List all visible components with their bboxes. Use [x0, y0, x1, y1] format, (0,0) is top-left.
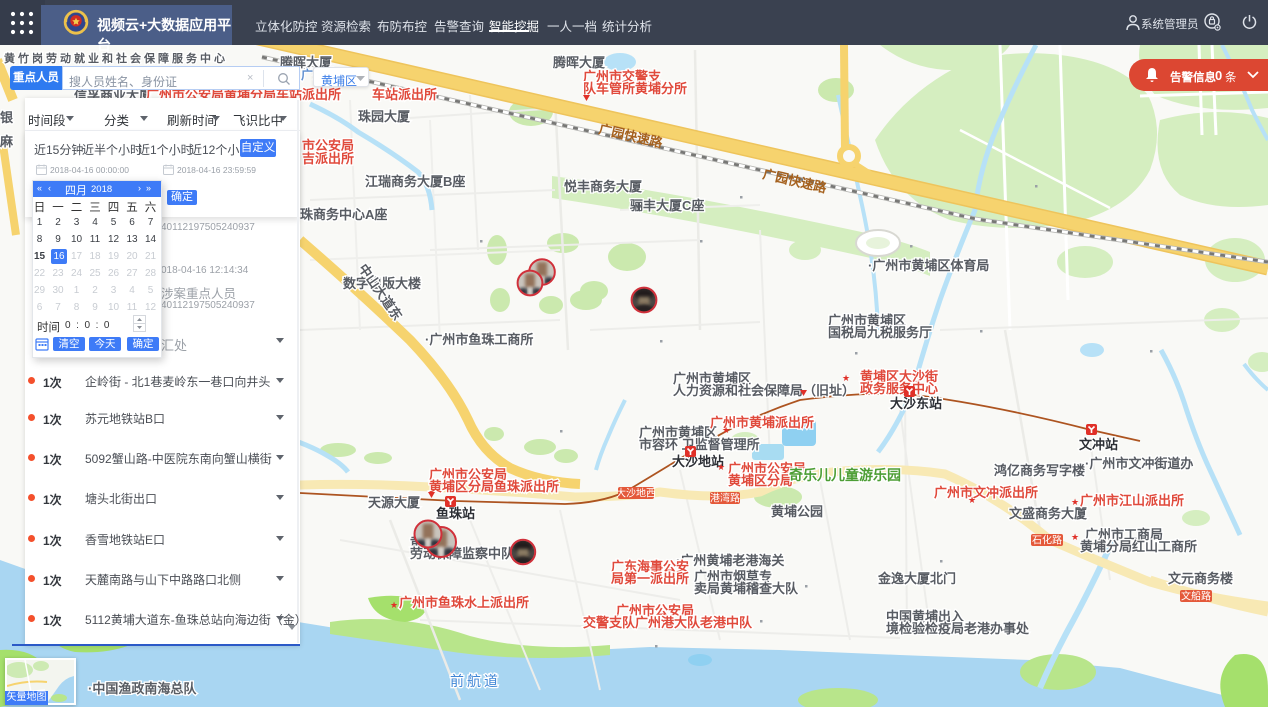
svg-text:·广州市黄埔区体育局: ·广州市黄埔区体育局	[868, 258, 989, 273]
svg-text:麻: 麻	[0, 134, 14, 149]
svg-text:江瑞商务大厦B座: 江瑞商务大厦B座	[365, 174, 465, 189]
svg-text:银: 银	[0, 110, 14, 125]
svg-text:文船路: 文船路	[1181, 590, 1211, 603]
svg-text:悦丰商务大厦: 悦丰商务大厦	[564, 179, 643, 194]
svg-text:黄埔区分局鱼珠派出所: 黄埔区分局鱼珠派出所	[429, 479, 559, 494]
svg-text:天源大厦: 天源大厦	[368, 495, 421, 510]
svg-text:黄埔区分局: 黄埔区分局	[728, 473, 793, 488]
svg-text:广州市文冲派出所: 广州市文冲派出所	[934, 485, 1038, 500]
svg-text:卖局黄埔稽查大队: 卖局黄埔稽查大队	[694, 581, 799, 596]
svg-text:金逸大厦北门: 金逸大厦北门	[877, 571, 956, 586]
svg-text:·广州黄埔老港海关: ·广州黄埔老港海关	[676, 553, 784, 568]
svg-text:★: ★	[717, 462, 725, 472]
svg-text:奇乐儿儿童游乐园: 奇乐儿儿童游乐园	[789, 467, 901, 483]
svg-text:★: ★	[968, 495, 976, 505]
svg-text:境检验检疫局老港办事处: 境检验检疫局老港办事处	[886, 621, 1030, 636]
svg-text:前航道: 前航道	[450, 673, 501, 689]
svg-text:鱼珠站: 鱼珠站	[436, 506, 475, 521]
svg-text:黄埔分局红山工商所: 黄埔分局红山工商所	[1080, 539, 1197, 554]
svg-text:文元商务楼: 文元商务楼	[1168, 571, 1233, 586]
svg-text:腾晖大厦: 腾晖大厦	[552, 55, 606, 70]
svg-text:队车管所黄埔分所: 队车管所黄埔分所	[583, 81, 687, 96]
svg-text:骊丰大厦C座: 骊丰大厦C座	[630, 198, 704, 213]
svg-text:交警支队广州港大队老港中队: 交警支队广州港大队老港中队	[583, 615, 753, 630]
svg-text:大沙东站: 大沙东站	[890, 396, 942, 411]
svg-text:广州市鱼珠水上派出所: 广州市鱼珠水上派出所	[399, 595, 529, 610]
svg-text:★: ★	[1071, 497, 1079, 507]
svg-text:政务服务中心: 政务服务中心	[860, 381, 938, 396]
svg-text:车站派出所: 车站派出所	[372, 87, 437, 102]
svg-text:珠园大厦: 珠园大厦	[358, 109, 411, 124]
svg-text:黄埔公园: 黄埔公园	[771, 504, 823, 519]
svg-text:人力资源和社会保障局（旧址）: 人力资源和社会保障局（旧址）	[673, 383, 855, 398]
svg-text:鸿亿商务写字楼: 鸿亿商务写字楼	[994, 463, 1085, 478]
svg-text:★: ★	[1071, 532, 1079, 542]
svg-text:★: ★	[390, 600, 398, 610]
svg-text:石化路: 石化路	[1032, 534, 1062, 547]
svg-text:港湾路: 港湾路	[710, 492, 740, 505]
svg-text:局第一派出所: 局第一派出所	[611, 571, 689, 586]
svg-text:·中国渔政南海总队: ·中国渔政南海总队	[88, 681, 197, 696]
svg-text:吉派出所: 吉派出所	[302, 151, 354, 166]
svg-text:·广州市鱼珠工商所: ·广州市鱼珠工商所	[425, 332, 533, 347]
svg-text:大沙地西: 大沙地西	[616, 487, 656, 500]
svg-text:★: ★	[842, 373, 850, 383]
svg-text:·广州市文冲街道办: ·广州市文冲街道办	[1085, 456, 1193, 471]
svg-text:★: ★	[722, 425, 730, 435]
svg-text:文盛商务大厦: 文盛商务大厦	[1009, 506, 1088, 521]
svg-text:国税局九税服务厅: 国税局九税服务厅	[828, 325, 932, 340]
svg-text:市容环 卫监督管理所: 市容环 卫监督管理所	[639, 437, 760, 452]
svg-text:珠商务中心A座: 珠商务中心A座	[300, 207, 387, 222]
svg-text:文冲站: 文冲站	[1079, 437, 1118, 452]
svg-text:广州市江山派出所: 广州市江山派出所	[1080, 493, 1184, 508]
